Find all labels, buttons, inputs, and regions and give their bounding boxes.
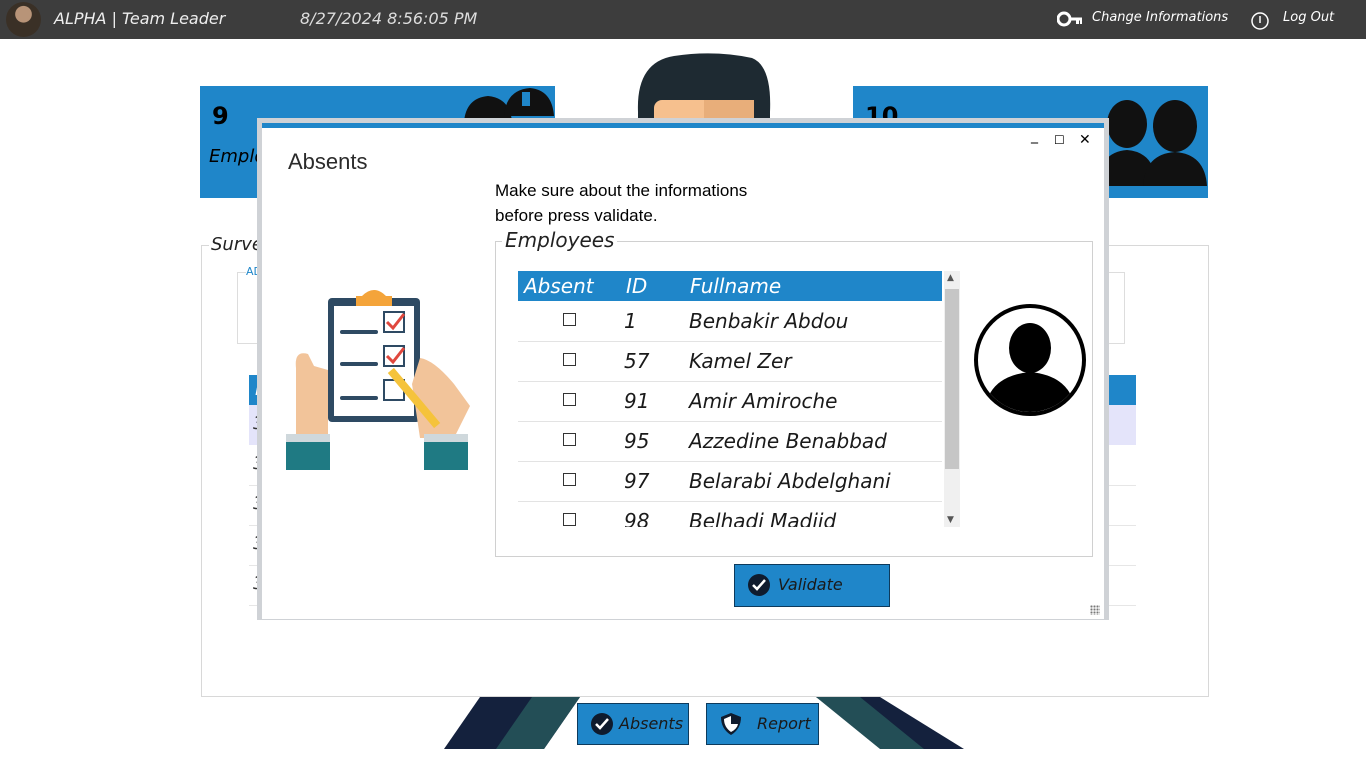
employee-row[interactable]: 57 Kamel Zer: [518, 341, 942, 382]
users-icon: [1097, 100, 1207, 186]
column-fullname[interactable]: Fullname: [690, 274, 781, 298]
absent-checkbox[interactable]: [563, 513, 576, 526]
check-circle-icon: [591, 713, 613, 735]
employee-row[interactable]: 97 Belarabi Abdelghani: [518, 461, 942, 502]
absent-checkbox[interactable]: [563, 353, 576, 366]
absents-dialog: Absents _ ☐ ✕ Make sure about the inform…: [262, 123, 1104, 619]
top-bar: ALPHA | Team Leader 8/27/2024 8:56:05 PM…: [0, 0, 1366, 39]
employee-id: 91: [624, 389, 650, 413]
employee-name: Kamel Zer: [689, 349, 792, 373]
report-button[interactable]: Report: [706, 703, 819, 745]
power-icon[interactable]: [1250, 11, 1270, 31]
employee-name: Belhadi Madiid: [689, 509, 837, 527]
absent-checkbox[interactable]: [563, 313, 576, 326]
absent-checkbox[interactable]: [563, 433, 576, 446]
employee-photo: [974, 304, 1086, 416]
employee-row[interactable]: 98 Belhadi Madiid: [518, 501, 942, 527]
scroll-down-icon[interactable]: ▼: [947, 515, 954, 525]
validate-button[interactable]: Validate: [734, 564, 890, 607]
check-circle-icon: [748, 574, 770, 596]
bottom-decoration: [444, 697, 964, 749]
employee-name: Azzedine Benabbad: [689, 429, 887, 453]
shield-icon: [721, 713, 741, 735]
resize-grip-icon[interactable]: [1090, 605, 1100, 615]
employee-name: Belarabi Abdelghani: [689, 469, 891, 493]
grid-scrollbar[interactable]: ▲ ▼: [944, 271, 960, 527]
key-icon[interactable]: [1057, 11, 1083, 27]
employee-id: 97: [624, 469, 650, 493]
scroll-up-icon[interactable]: ▲: [947, 273, 954, 283]
employees-grid[interactable]: Absent ID Fullname 1 Benbakir Abdou 57 K…: [518, 271, 942, 527]
scroll-thumb[interactable]: [945, 289, 959, 469]
employee-id: 57: [624, 349, 650, 373]
employee-name: Amir Amiroche: [689, 389, 838, 413]
employees-group-label: Employees: [502, 228, 618, 252]
absent-checkbox[interactable]: [563, 393, 576, 406]
column-absent[interactable]: Absent: [524, 274, 594, 298]
report-button-label: Report: [757, 714, 811, 733]
datetime-label: 8/27/2024 8:56:05 PM: [300, 9, 478, 28]
clipboard-illustration: [286, 290, 470, 470]
minimize-button[interactable]: _: [1031, 128, 1038, 144]
maximize-button[interactable]: ☐: [1054, 133, 1065, 147]
user-avatar: [6, 2, 41, 37]
employee-row[interactable]: 1 Benbakir Abdou: [518, 301, 942, 342]
validate-button-label: Validate: [778, 575, 843, 594]
close-button[interactable]: ✕: [1079, 132, 1091, 148]
absents-button[interactable]: Absents: [577, 703, 689, 745]
employee-name: Benbakir Abdou: [689, 309, 849, 333]
logout-link[interactable]: Log Out: [1283, 10, 1334, 25]
employee-row[interactable]: 95 Azzedine Benabbad: [518, 421, 942, 462]
dialog-message: Make sure about the informations before …: [495, 178, 747, 228]
grid-header: Absent ID Fullname: [518, 271, 942, 301]
column-id[interactable]: ID: [626, 274, 647, 298]
change-informations-link[interactable]: Change Informations: [1092, 10, 1228, 25]
absents-button-label: Absents: [619, 714, 684, 733]
employee-id: 1: [624, 309, 637, 333]
employee-row[interactable]: 91 Amir Amiroche: [518, 381, 942, 422]
employees-count: 9: [212, 102, 229, 130]
employee-id: 95: [624, 429, 650, 453]
absent-checkbox[interactable]: [563, 473, 576, 486]
message-line-2: before press validate.: [495, 206, 658, 225]
employee-id: 98: [624, 509, 650, 527]
message-line-1: Make sure about the informations: [495, 181, 748, 200]
user-role-label: ALPHA | Team Leader: [54, 9, 226, 28]
dialog-title: Absents: [288, 149, 368, 174]
